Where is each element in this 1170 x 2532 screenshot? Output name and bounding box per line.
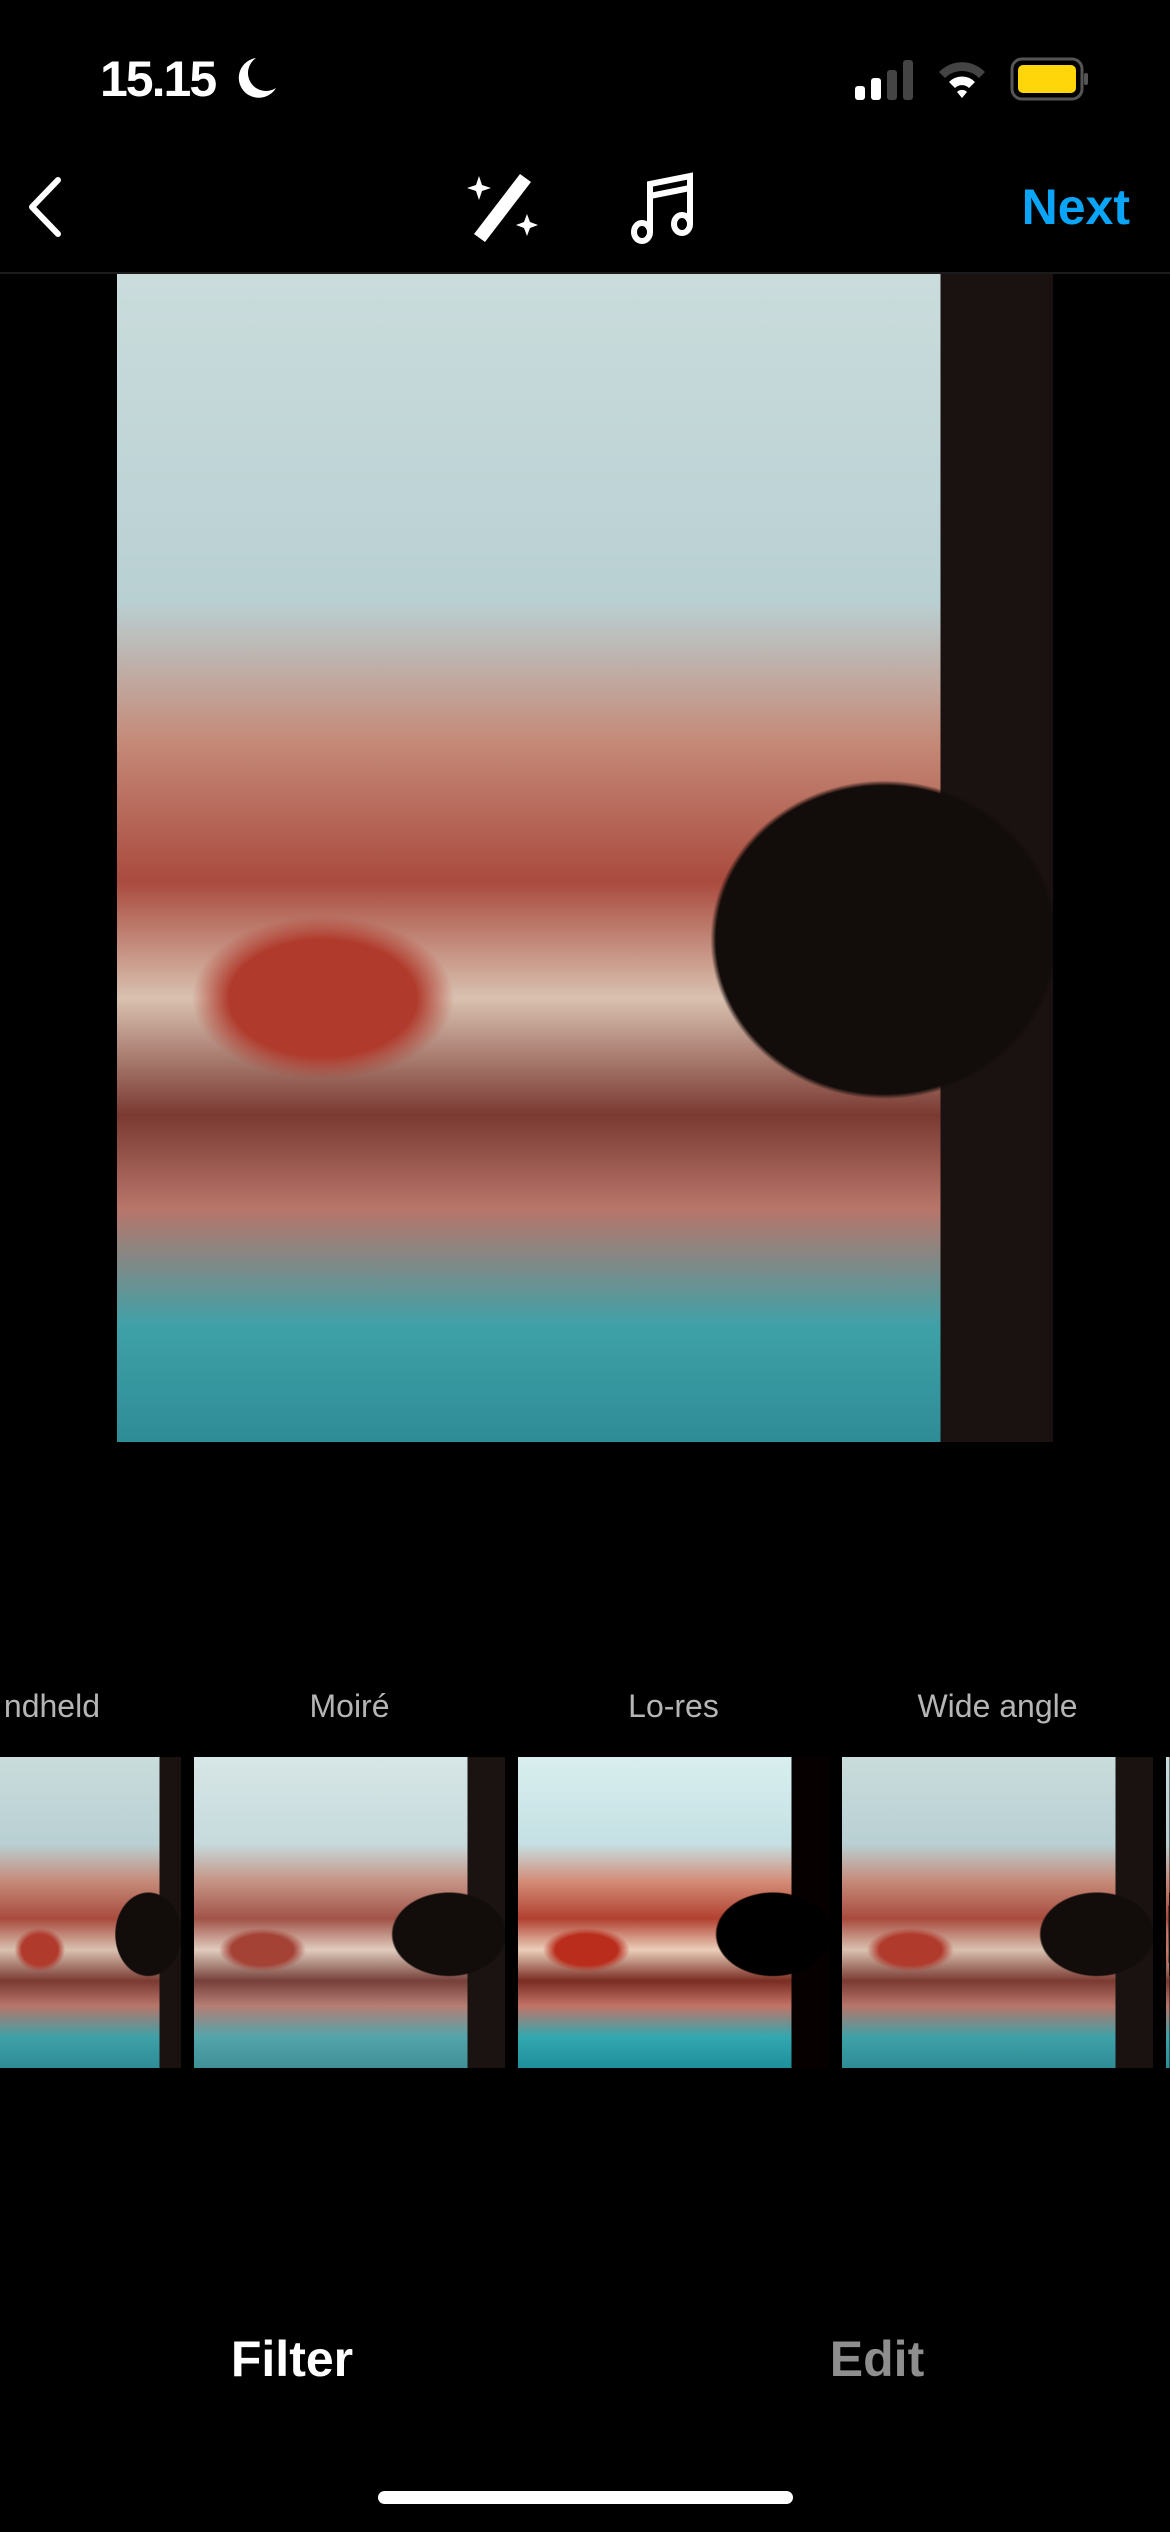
next-button[interactable]: Next xyxy=(1022,178,1130,236)
tab-edit[interactable]: Edit xyxy=(727,2330,1027,2388)
filter-label[interactable]: Moiré xyxy=(194,1688,505,1725)
tab-filter[interactable]: Filter xyxy=(142,2330,442,2388)
photo-preview xyxy=(117,274,1053,1442)
back-chevron-icon[interactable] xyxy=(20,172,70,242)
filter-label[interactable]: Wide angle xyxy=(842,1688,1153,1725)
filter-label[interactable]: Lo-res xyxy=(518,1688,829,1725)
filter-label[interactable]: ndheld xyxy=(0,1688,100,1725)
battery-icon xyxy=(1010,57,1088,101)
music-note-icon[interactable] xyxy=(628,170,698,245)
filter-thumbnail-handheld[interactable] xyxy=(0,1757,181,2068)
status-time: 15.15 xyxy=(100,51,217,107)
filter-thumbnail-next[interactable] xyxy=(1166,1757,1170,2068)
filter-thumbnail-moire[interactable] xyxy=(194,1757,505,2068)
magic-wand-icon[interactable] xyxy=(465,170,540,245)
wifi-icon xyxy=(939,62,985,98)
moon-icon xyxy=(238,58,276,98)
home-indicator[interactable] xyxy=(378,2491,793,2504)
filter-thumbnail-wide-angle[interactable] xyxy=(842,1757,1153,2068)
filter-thumbnail-lo-res[interactable] xyxy=(518,1757,829,2068)
signal-icon xyxy=(855,60,913,100)
